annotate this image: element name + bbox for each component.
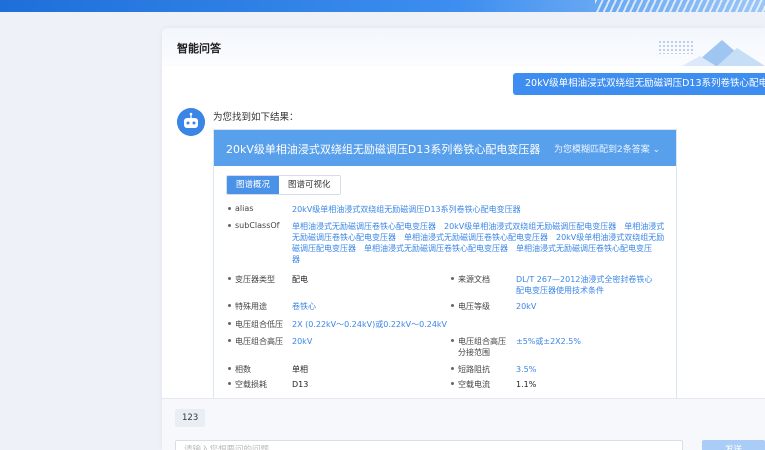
bullet — [228, 277, 231, 280]
bullet — [451, 277, 454, 280]
bullet — [228, 224, 231, 227]
bullet — [228, 207, 231, 210]
answer-header: 20kV级单相油浸式双绕组无励磁调压D13系列卷铁心配电变压器 为您模糊匹配到2… — [214, 130, 676, 166]
source-doc-link[interactable]: DL/T 267—2012油浸式全密封卷铁心 — [516, 274, 652, 285]
property-key: 电压组合高压 — [235, 337, 283, 346]
qa-panel: 智能问答 20kV级单相油浸式双绕组无励磁调压D13系列卷铁心配电变压器 为您找… — [162, 28, 765, 450]
user-message: 20kV级单相油浸式双绕组无励磁调压D13系列卷铁心配电变压器 — [513, 73, 765, 95]
property-key: 来源文档 — [458, 275, 490, 284]
answer-tabs: 图谱概况 图谱可视化 — [226, 175, 341, 195]
property-value-link[interactable]: 2X (0.22kV～0.24kV)或0.22kV～0.24kV — [292, 319, 447, 330]
property-value-link[interactable]: 20kV — [292, 336, 312, 347]
bullet — [228, 304, 231, 307]
question-input[interactable]: 请输入您想要问的问题 — [175, 440, 683, 450]
property-value: 配电 — [292, 275, 308, 284]
robot-icon — [177, 108, 205, 136]
property-key: 电压组合高压 — [458, 337, 506, 346]
bot-intro-text: 为您找到如下结果： — [213, 112, 299, 123]
input-area: 123 请输入您想要问的问题 发送 — [162, 398, 765, 450]
property-value-link[interactable]: 3.5% — [516, 364, 536, 375]
tab-graph-visualization[interactable]: 图谱可视化 — [279, 176, 340, 194]
top-banner — [0, 0, 765, 12]
property-key: 变压器类型 — [235, 275, 275, 284]
property-value: D13 — [292, 380, 309, 389]
answer-card: 20kV级单相油浸式双绕组无励磁调压D13系列卷铁心配电变压器 为您模糊匹配到2… — [213, 129, 677, 429]
subclass-link-line[interactable]: 器 — [292, 254, 300, 265]
property-value-link[interactable]: 20kV级单相油浸式双绕组无励磁调压D13系列卷铁心配电变压器 — [292, 204, 521, 215]
bullet — [451, 304, 454, 307]
fuzzy-match-label: 为您模糊匹配到2条答案 — [554, 145, 650, 155]
property-key: alias — [235, 204, 254, 213]
bullet — [228, 339, 231, 342]
property-key: 电压等级 — [458, 302, 490, 311]
subclass-link-line[interactable]: 磁调压配电变压器 单相油浸式无励磁调压卷铁心配电变压器 单相油浸式无励磁调压卷铁… — [292, 243, 652, 254]
bullet — [451, 339, 454, 342]
bullet — [451, 382, 454, 385]
property-value-link[interactable]: 卷铁心 — [292, 301, 316, 312]
panel-header: 智能问答 — [162, 28, 765, 66]
property-key: 相数 — [235, 365, 251, 374]
tab-graph-overview[interactable]: 图谱概况 — [227, 176, 280, 194]
property-value-link[interactable]: ±5%或±2X2.5% — [516, 336, 581, 347]
fuzzy-match-dropdown[interactable]: 为您模糊匹配到2条答案 ⌄ — [554, 142, 660, 155]
bullet — [451, 367, 454, 370]
property-key: 空载损耗 — [235, 380, 267, 389]
send-button[interactable]: 发送 — [702, 440, 765, 450]
property-key: subClassOf — [235, 221, 280, 230]
source-doc-link[interactable]: 配电变压器使用技术条件 — [516, 285, 604, 296]
property-value-link[interactable]: 20kV — [516, 301, 536, 312]
chevron-down-icon: ⌄ — [652, 145, 661, 155]
property-key: 电压组合低压 — [235, 320, 283, 329]
property-key: 短路阻抗 — [458, 365, 490, 374]
bullet — [228, 367, 231, 370]
property-value: 单相 — [292, 365, 308, 374]
answer-title: 20kV级单相油浸式双绕组无励磁调压D13系列卷铁心配电变压器 — [226, 143, 541, 156]
property-key: 特殊用途 — [235, 302, 267, 311]
mountains-decoration-icon — [682, 40, 765, 66]
subclass-link-line[interactable]: 单相油浸式无励磁调压卷铁心配电变压器 20kV级单相油浸式双绕组无励磁调压配电变… — [292, 221, 664, 232]
panel-title: 智能问答 — [177, 42, 221, 55]
bullet — [228, 322, 231, 325]
subclass-link-line[interactable]: 无励磁调压卷铁心配电变压器 单相油浸式无励磁调压卷铁心配电变压器 20kV级单相… — [292, 232, 664, 243]
history-chip[interactable]: 123 — [175, 409, 206, 427]
property-value: 1.1% — [516, 380, 537, 389]
banner-stripes — [595, 0, 765, 12]
bullet — [228, 382, 231, 385]
property-key: 分接范围 — [458, 348, 490, 357]
property-key: 空载电流 — [458, 380, 490, 389]
